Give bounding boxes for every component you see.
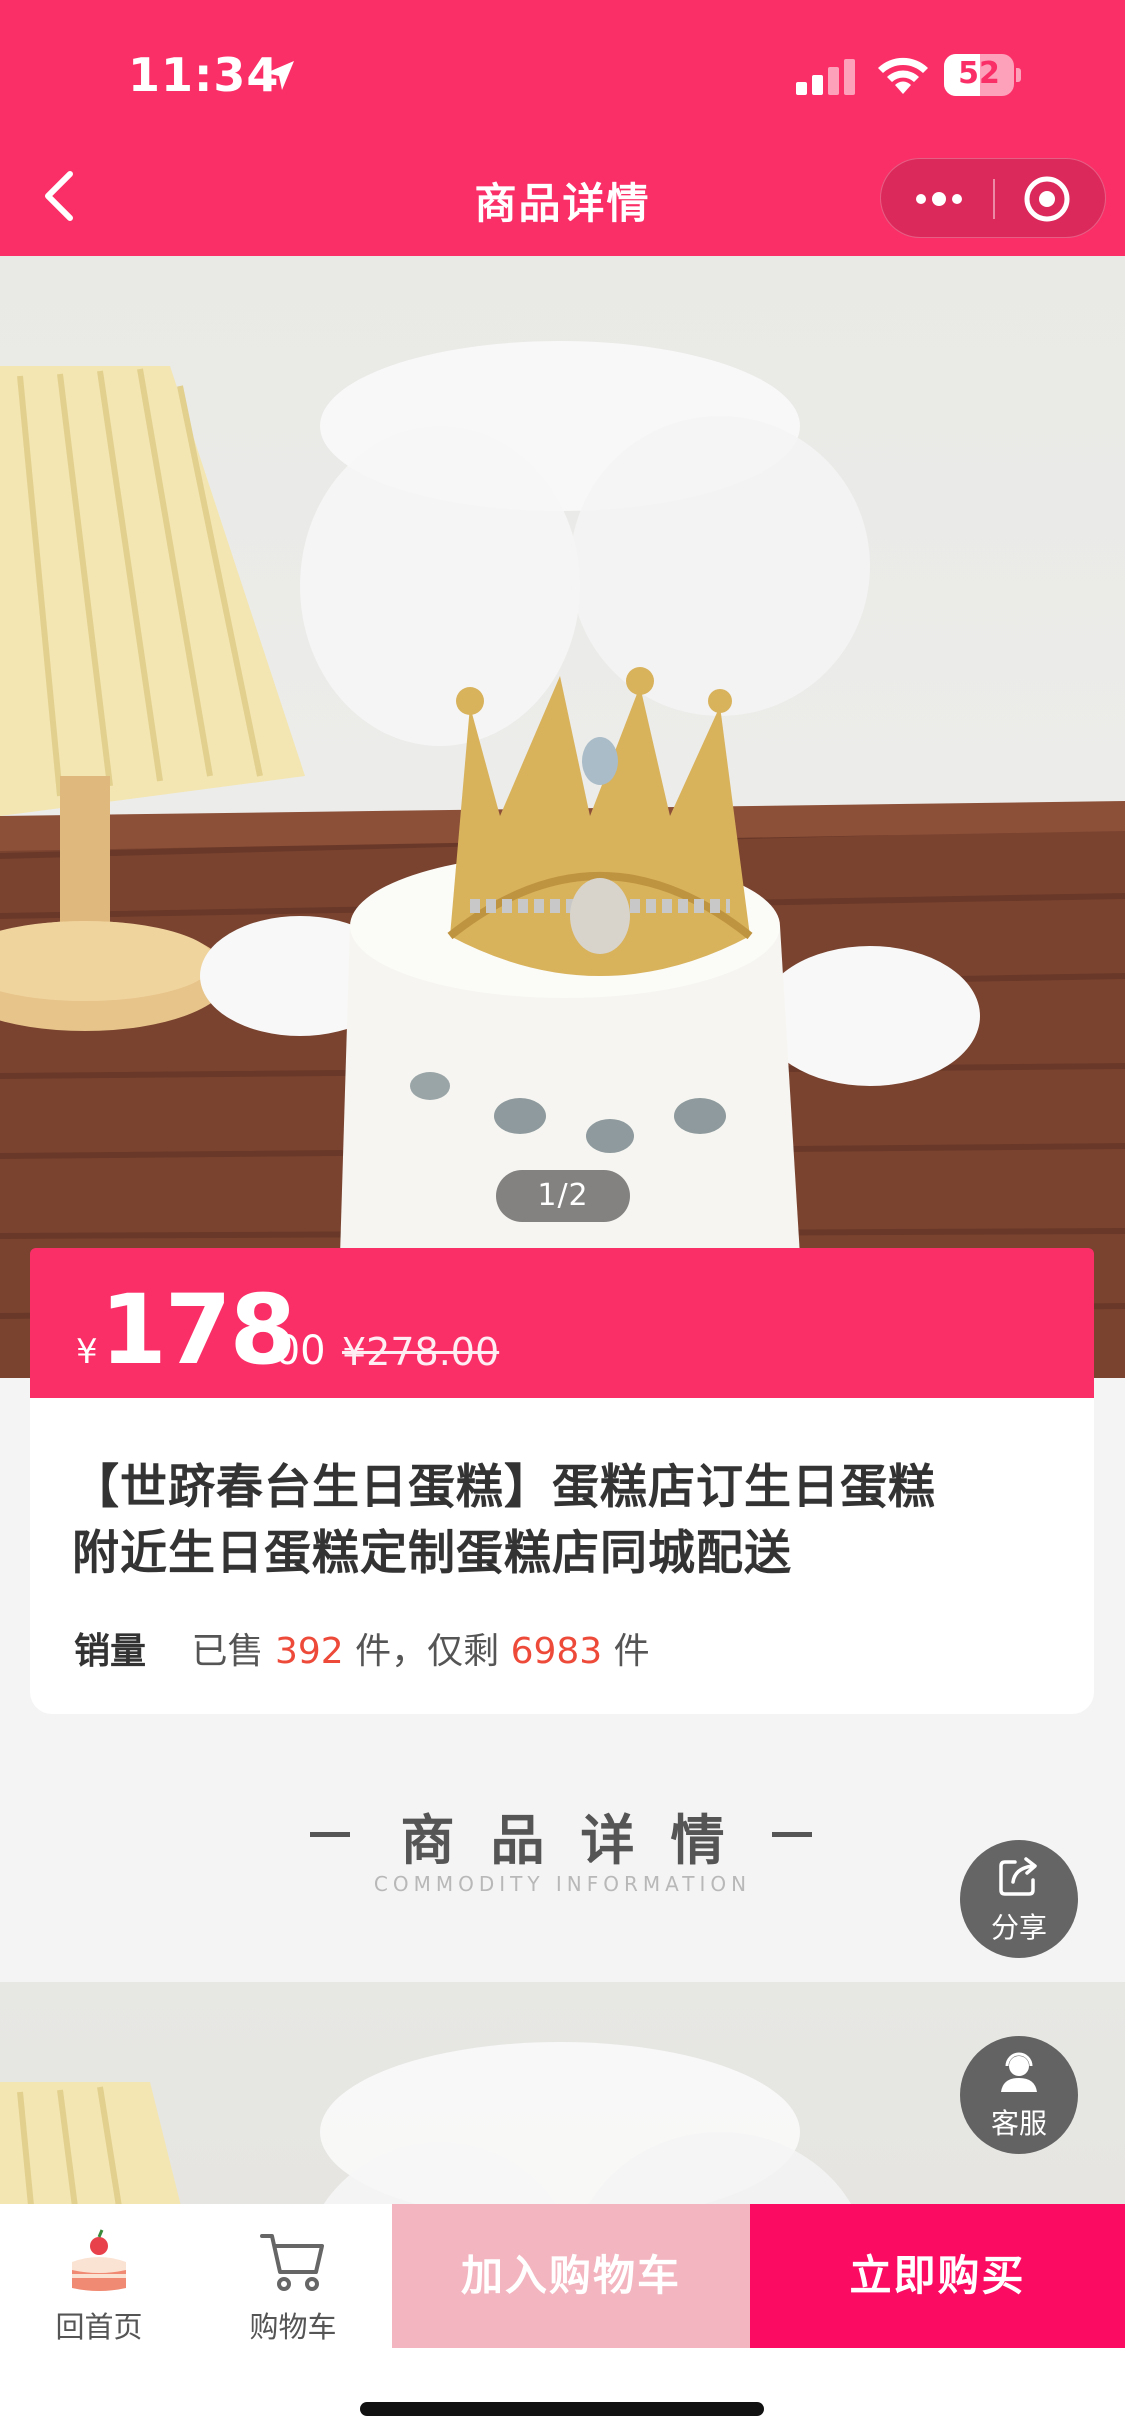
home-tab-label: 回首页 [55,2310,143,2344]
battery-indicator: 52 [944,54,1021,96]
product-title-line-1: 【世跻春台生日蛋糕】蛋糕店订生日蛋糕 [72,1460,936,1515]
home-tab[interactable]: 回首页 [34,2220,164,2350]
cart-icon [260,2234,324,2291]
section-subtitle: COMMODITY INFORMATION [373,1872,752,1896]
share-icon [999,1857,1037,1896]
section-header: 商品详情 COMMODITY INFORMATION [0,1790,1125,1910]
price-currency: ¥ [76,1332,98,1372]
cart-tab[interactable]: 购物车 [228,2220,358,2350]
close-target-icon[interactable] [1021,173,1073,225]
home-indicator [360,2402,764,2416]
product-info-card: 【世跻春台生日蛋糕】蛋糕店订生日蛋糕 附近生日蛋糕定制蛋糕店同城配送 销量 已售… [30,1398,1094,1714]
mini-program-capsule [880,158,1106,238]
sold-prefix: 已售 [191,1631,264,1672]
price-decimal: .00 [262,1328,326,1374]
original-price: ¥278.00 [342,1330,500,1374]
share-label: 分享 [990,1911,1047,1944]
sales-row: 销量 已售 392 件，仅剩 6983 件 [74,1622,650,1674]
sales-label: 销量 [74,1631,147,1672]
stock-suffix: 件 [613,1631,650,1672]
more-icon[interactable] [911,175,967,223]
wifi-icon [878,57,928,94]
customer-service-label: 客服 [990,2107,1047,2140]
sold-suffix: 件，仅剩 [355,1631,500,1672]
sold-count: 392 [274,1631,344,1672]
cellular-signal-icon [796,59,855,95]
share-button[interactable]: 分享 [960,1840,1078,1958]
status-time: 11:34 [128,48,280,102]
location-arrow-icon [266,61,294,90]
price-banner: ¥ 178 .00 ¥278.00 [30,1248,1094,1398]
battery-percent: 52 [958,56,1000,91]
stock-count: 6983 [510,1631,603,1672]
top-bar: 11:34 52 商品详情 [0,0,1125,256]
cart-tab-label: 购物车 [249,2310,337,2344]
add-to-cart-button[interactable]: 加入购物车 [392,2204,750,2348]
product-detail-page: 11:34 52 商品详情 1/2 ¥ 178 .00 ¥278.00 【世跻春… [0,0,1125,2436]
image-pager: 1/2 [496,1170,630,1222]
bottom-action-bar: 回首页 购物车 加入购物车 立即购买 [0,2204,1125,2436]
cake-home-icon [72,2229,126,2291]
product-image-carousel[interactable]: 1/2 [0,256,1125,1378]
section-title: 商品详情 [400,1809,761,1872]
buy-now-button[interactable]: 立即购买 [750,2204,1125,2348]
product-title-line-2: 附近生日蛋糕定制蛋糕店同城配送 [72,1526,792,1581]
customer-service-icon [1001,2052,1037,2092]
section-dash-right [772,1832,812,1837]
customer-service-button[interactable]: 客服 [960,2036,1078,2154]
